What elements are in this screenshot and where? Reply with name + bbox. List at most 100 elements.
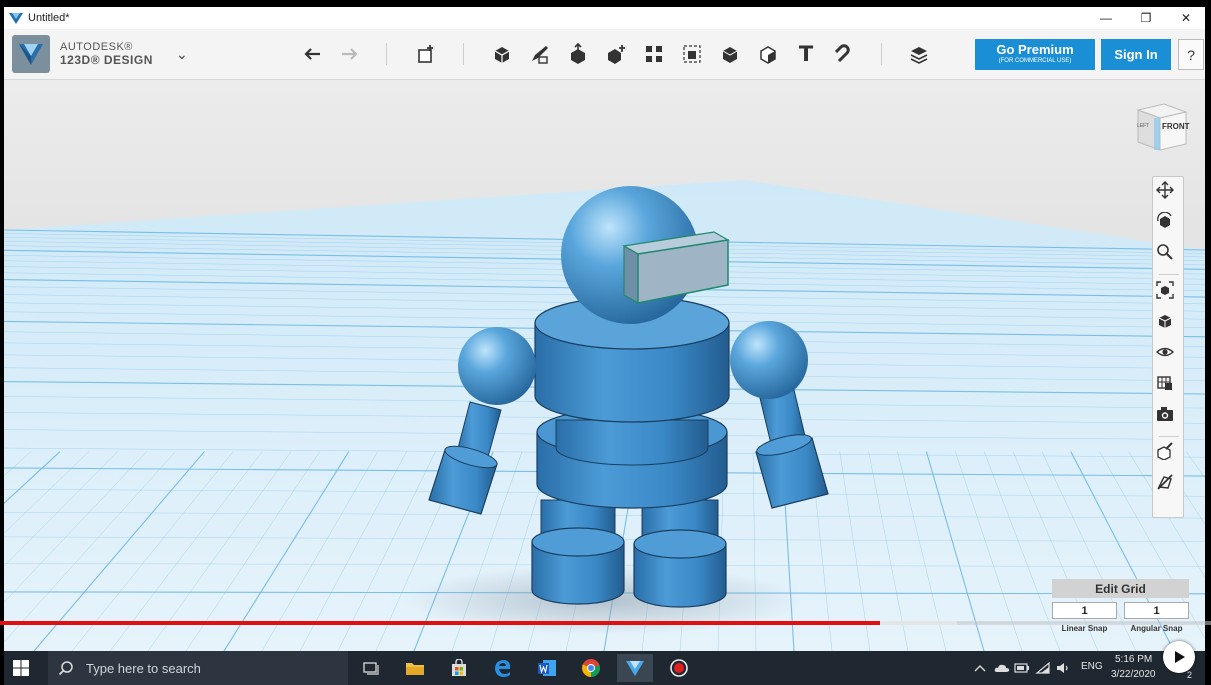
combine-tool[interactable] xyxy=(717,41,743,67)
primitives-tool[interactable] xyxy=(489,41,515,67)
close-button[interactable]: ✕ xyxy=(1166,7,1206,29)
modify-icon xyxy=(608,45,625,64)
app-menu-caret[interactable]: ⌄ xyxy=(176,46,188,63)
snap-settings-button[interactable] xyxy=(1156,442,1182,468)
edit-grid-button[interactable]: Edit Grid xyxy=(1052,579,1189,598)
pan-button[interactable] xyxy=(1156,181,1182,207)
search-icon xyxy=(58,661,73,676)
sign-in-button[interactable]: Sign In xyxy=(1101,39,1171,70)
restore-button[interactable]: ❐ xyxy=(1126,7,1166,29)
battery-icon[interactable] xyxy=(1014,660,1030,676)
screen: Untitled* — ❐ ✕ AUTODESK® 123D® DESIGN ⌄ xyxy=(0,0,1211,685)
taskbar-search-box[interactable]: Type here to search xyxy=(48,651,348,685)
eye-icon xyxy=(1156,347,1174,357)
orbit-button[interactable] xyxy=(1156,212,1182,238)
video-progress-bar[interactable] xyxy=(0,621,1211,625)
tray-chevron-icon[interactable] xyxy=(972,660,988,676)
construct-tool[interactable] xyxy=(565,41,591,67)
chrome-button[interactable] xyxy=(573,654,609,682)
help-button[interactable]: ? xyxy=(1178,39,1204,70)
primitives-icon xyxy=(494,47,510,63)
views-button[interactable] xyxy=(1156,312,1182,338)
measure-tool[interactable] xyxy=(755,41,781,67)
brand-wordmark: AUTODESK® 123D® DESIGN xyxy=(60,41,153,67)
windows-start-icon[interactable] xyxy=(12,659,30,677)
windows-taskbar: Type here to search ENG 5:16 PM 3/22/202… xyxy=(4,651,1205,685)
undo-button[interactable] xyxy=(300,41,326,67)
transform-tool[interactable] xyxy=(413,41,439,67)
clock-date[interactable]: 3/22/2020 xyxy=(1111,669,1156,680)
angular-snap-label: Angular Snap xyxy=(1130,624,1183,633)
view-cube[interactable]: FRONT LEFT xyxy=(1132,100,1190,154)
wifi-icon[interactable] xyxy=(1035,660,1051,676)
window-title-bar: Untitled* — ❐ ✕ xyxy=(4,7,1205,29)
app-logo-icon xyxy=(9,13,23,24)
hide-sketch-icon xyxy=(1157,474,1173,490)
modify-tool[interactable] xyxy=(603,41,629,67)
app-menu-button[interactable] xyxy=(12,35,50,73)
layers-icon xyxy=(910,47,928,64)
store-button[interactable] xyxy=(441,654,477,682)
snap-cube-icon xyxy=(1157,442,1173,460)
text-icon: T xyxy=(798,42,814,66)
robot-left-leg[interactable] xyxy=(531,499,625,605)
123d-design-taskbar-button[interactable] xyxy=(617,654,653,682)
hide-sketch-button[interactable] xyxy=(1156,473,1182,499)
materials-button[interactable] xyxy=(1156,374,1182,400)
clock-time[interactable]: 5:16 PM xyxy=(1115,654,1152,665)
scene-canvas[interactable] xyxy=(4,80,1205,651)
redo-icon xyxy=(342,48,358,60)
material-tool[interactable] xyxy=(906,41,932,67)
robot-hips[interactable] xyxy=(536,407,728,509)
robot-right-leg[interactable] xyxy=(633,499,727,608)
screen-recorder-button[interactable] xyxy=(661,654,697,682)
task-view-button[interactable] xyxy=(353,654,389,682)
transform-icon xyxy=(418,45,433,63)
window-title: Untitled* xyxy=(28,12,70,24)
construct-icon xyxy=(571,43,585,64)
go-premium-button[interactable]: Go Premium (FOR COMMERCIAL USE) xyxy=(975,39,1095,70)
zoom-icon xyxy=(1157,244,1173,260)
word-button[interactable] xyxy=(529,654,565,682)
linear-snap-input[interactable]: 1 xyxy=(1052,602,1117,619)
measure-icon xyxy=(760,46,776,64)
store-bag-icon xyxy=(452,659,466,676)
3d-viewport[interactable]: FRONT LEFT Edit Grid 1 1 Linear Snap Ang… xyxy=(4,80,1205,651)
camera-icon xyxy=(1157,407,1173,421)
grouping-icon xyxy=(683,45,701,63)
snap-tool[interactable] xyxy=(831,41,857,67)
onedrive-icon[interactable] xyxy=(994,660,1010,676)
pattern-tool[interactable] xyxy=(641,41,667,67)
screenshot-button[interactable] xyxy=(1156,405,1182,431)
redo-button[interactable] xyxy=(336,41,362,67)
grouping-tool[interactable] xyxy=(679,41,705,67)
view-cube-front-label[interactable]: FRONT xyxy=(1162,122,1190,131)
notification-count[interactable]: 2 xyxy=(1187,670,1192,680)
edge-browser-button[interactable] xyxy=(485,654,521,682)
toolbar-divider xyxy=(463,43,464,65)
minimize-button[interactable]: — xyxy=(1086,7,1126,29)
language-indicator[interactable]: ENG xyxy=(1081,661,1103,672)
volume-icon[interactable] xyxy=(1055,660,1071,676)
visibility-button[interactable] xyxy=(1156,343,1182,369)
word-icon xyxy=(538,660,556,676)
video-play-button[interactable] xyxy=(1163,641,1195,673)
nav-divider xyxy=(1159,436,1179,437)
text-tool[interactable]: T xyxy=(793,41,819,67)
sketch-tool[interactable] xyxy=(527,41,553,67)
material-grid-icon xyxy=(1157,376,1172,390)
magnet-icon xyxy=(834,44,850,63)
go-premium-label: Go Premium xyxy=(996,42,1074,57)
brand-line-2: 123D® DESIGN xyxy=(60,53,153,67)
file-explorer-button[interactable] xyxy=(397,654,433,682)
orbit-icon xyxy=(1157,212,1172,228)
go-premium-sublabel: (FOR COMMERCIAL USE) xyxy=(998,58,1072,64)
123d-logo-icon xyxy=(19,44,43,65)
view-cube-left-label[interactable]: LEFT xyxy=(1137,123,1155,129)
task-view-icon xyxy=(363,662,379,675)
angular-snap-input[interactable]: 1 xyxy=(1124,602,1189,619)
edge-icon xyxy=(495,660,511,677)
undo-icon xyxy=(304,48,320,60)
zoom-button[interactable] xyxy=(1156,243,1182,269)
fit-button[interactable] xyxy=(1156,281,1182,307)
